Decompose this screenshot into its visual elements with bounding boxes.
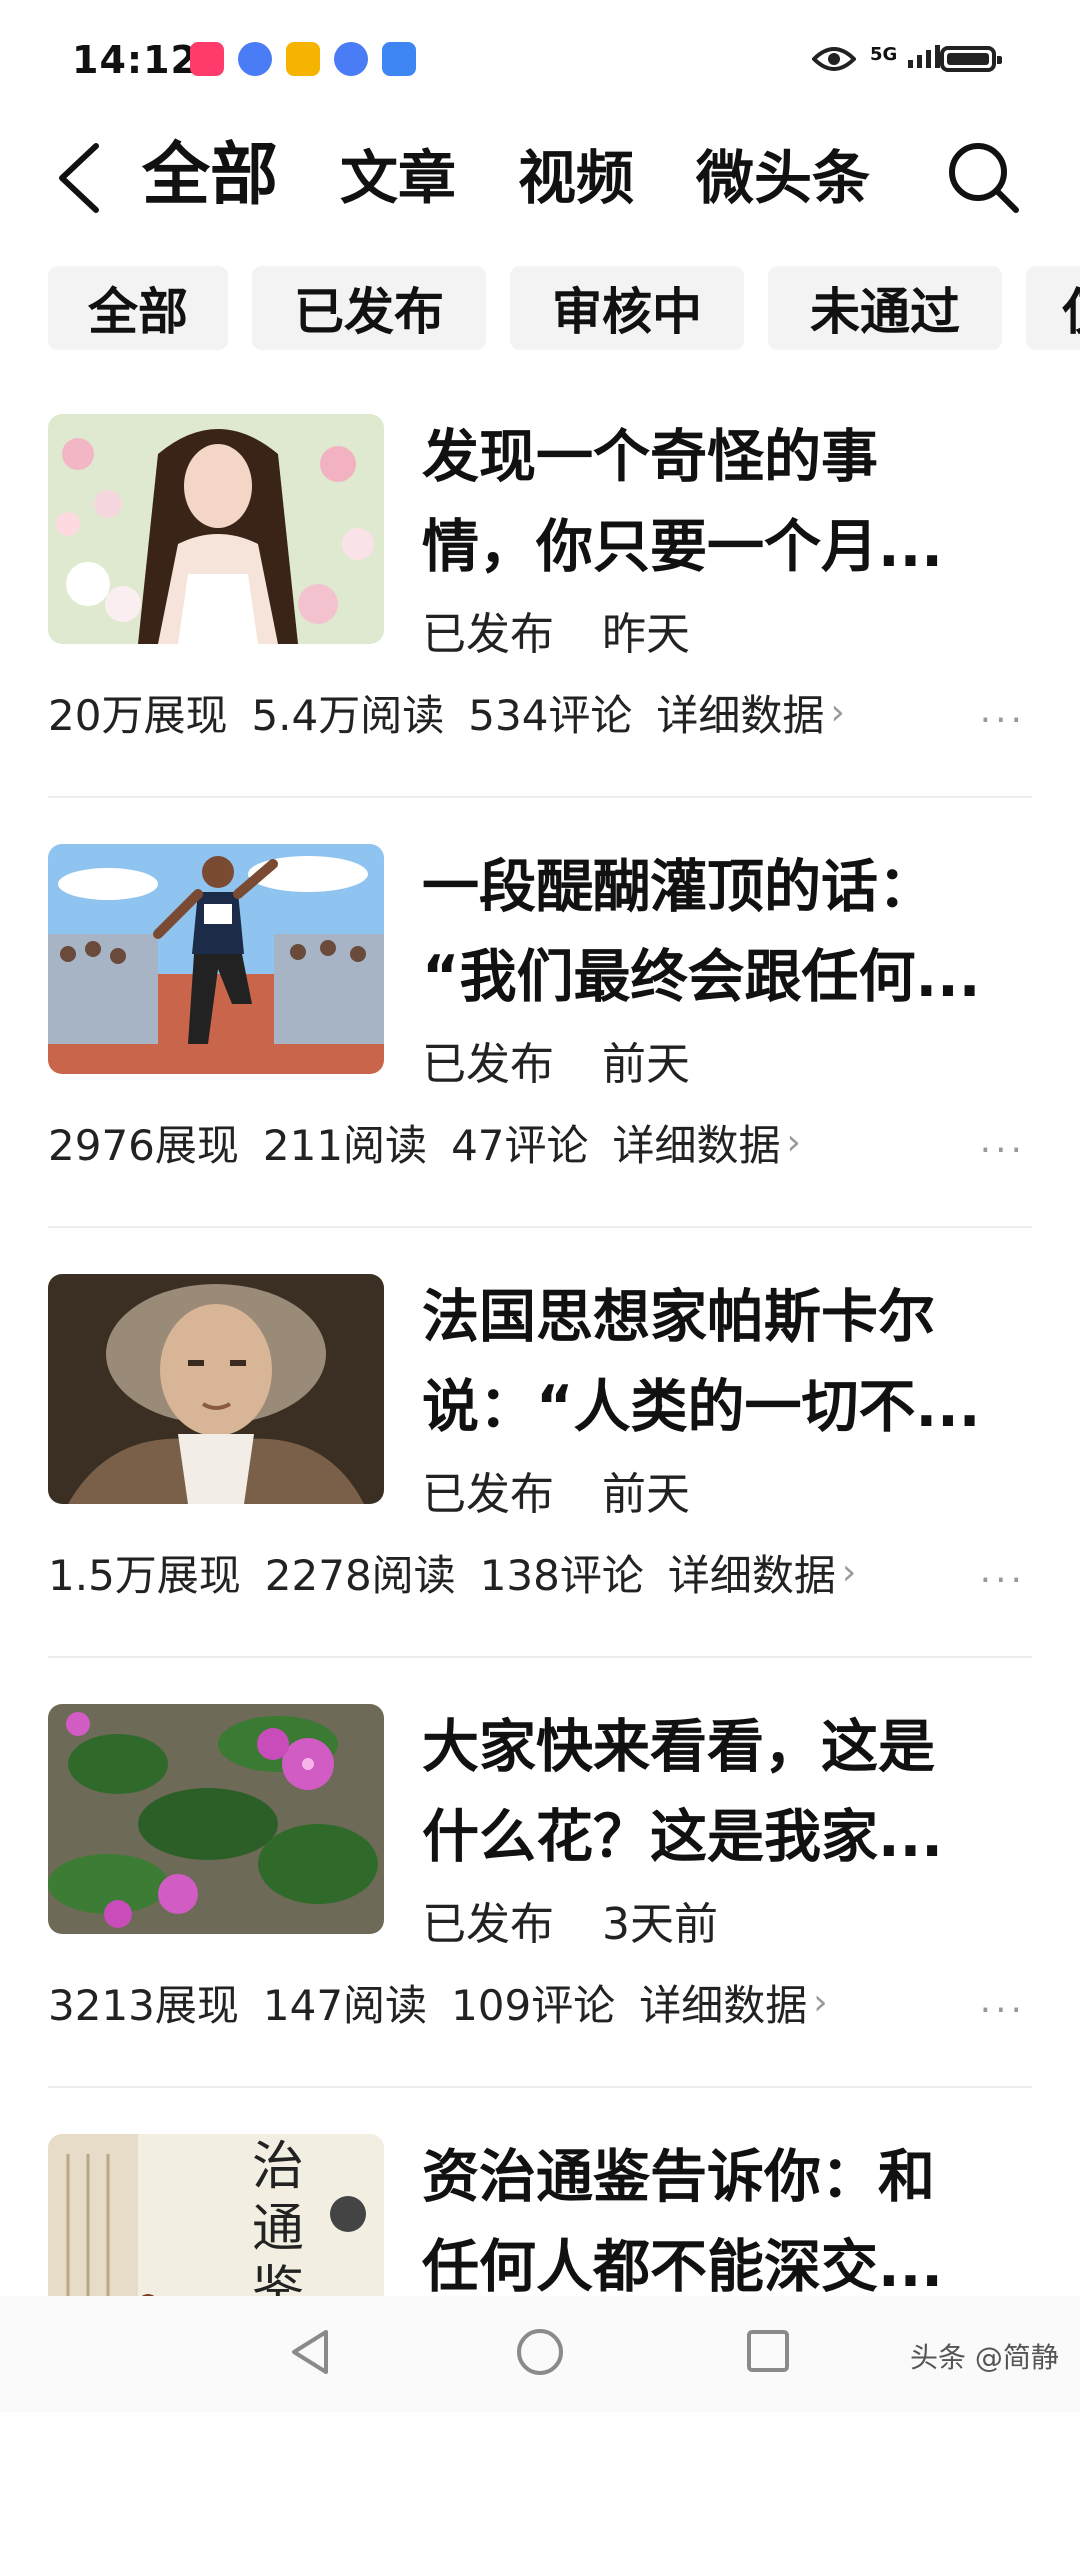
- battery-icon: [940, 46, 1002, 72]
- watermark: 头条 @简静: [910, 2341, 1059, 2374]
- title-line: 情，你只要一个月...: [422, 514, 943, 580]
- comments-count: 138评论: [479, 1551, 644, 1600]
- impressions-count: 1.5万展现: [48, 1551, 241, 1600]
- impressions-count: 2976展现: [48, 1121, 239, 1170]
- network-type: 5G: [870, 44, 898, 65]
- article-meta: 已发布 前天: [422, 1458, 724, 1522]
- circle-home-icon[interactable]: [514, 2326, 566, 2378]
- list-item[interactable]: 一段醍醐灌顶的话： “我们最终会跟任何... 已发布 前天 2976展现 211…: [48, 842, 1032, 1272]
- article-stats: 2976展现 211阅读 47评论 详细数据 ›: [48, 1112, 801, 1173]
- comments-count: 109评论: [451, 1981, 616, 2030]
- article-title[interactable]: 发现一个奇怪的事 情，你只要一个月...: [422, 412, 1032, 592]
- title-line: 什么花？这是我家...: [422, 1804, 943, 1870]
- notification-icons: [190, 42, 416, 76]
- more-dots-icon[interactable]: ···: [980, 1990, 1026, 2031]
- chevron-right-icon: ›: [786, 1122, 801, 1163]
- back-icon[interactable]: [52, 138, 108, 218]
- impressions-count: 20万展现: [48, 691, 228, 740]
- comments-count: 47评论: [451, 1121, 589, 1170]
- publish-date: 3天前: [602, 1899, 718, 1950]
- title-line: 资治通鉴告诉你：和: [422, 2144, 935, 2210]
- app-notification-icon: [334, 42, 368, 76]
- system-nav-bar: 头条 @简静: [0, 2296, 1080, 2412]
- publish-date: 昨天: [602, 609, 690, 660]
- eye-icon: [812, 47, 856, 71]
- status-bar: 14:12 5G: [0, 0, 1080, 120]
- article-title[interactable]: 大家快来看看，这是 什么花？这是我家...: [422, 1702, 1032, 1882]
- triangle-back-icon[interactable]: [286, 2326, 334, 2378]
- detail-data-link[interactable]: 详细数据: [613, 1112, 781, 1173]
- article-stats: 3213展现 147阅读 109评论 详细数据 ›: [48, 1972, 828, 2033]
- book-cover-text-2: 通: [252, 2199, 304, 2259]
- security-icon: [382, 42, 416, 76]
- impressions-count: 3213展现: [48, 1981, 239, 2030]
- reads-count: 211阅读: [262, 1121, 428, 1170]
- book-cover-text-1: 治: [252, 2137, 304, 2197]
- title-line: 法国思想家帕斯卡尔: [422, 1284, 935, 1350]
- chevron-right-icon: ›: [841, 1552, 857, 1593]
- filter-all[interactable]: 全部: [48, 266, 228, 350]
- divider: [48, 1656, 1032, 1658]
- more-dots-icon[interactable]: ···: [980, 1130, 1026, 1171]
- divider: [48, 2086, 1032, 2088]
- article-thumbnail[interactable]: [48, 844, 384, 1074]
- article-title[interactable]: 资治通鉴告诉你：和 任何人都不能深交...: [422, 2132, 1032, 2312]
- article-title[interactable]: 一段醍醐灌顶的话： “我们最终会跟任何...: [422, 842, 1032, 1022]
- detail-data-link[interactable]: 详细数据: [668, 1542, 836, 1603]
- weather-icon: [286, 42, 320, 76]
- content-type-tabs: 全部 文章 视频 微头条: [142, 136, 932, 218]
- publish-status: 已发布: [422, 1469, 554, 1520]
- detail-data-link[interactable]: 详细数据: [639, 1972, 807, 2033]
- filter-under-review[interactable]: 审核中: [510, 266, 744, 350]
- status-filter-bar: 全部已发布审核中未通过仅: [48, 266, 1080, 350]
- square-recent-icon[interactable]: [744, 2326, 792, 2378]
- chevron-right-icon: ›: [813, 1982, 828, 2023]
- reads-count: 147阅读: [262, 1981, 428, 2030]
- article-meta: 已发布 3天前: [422, 1888, 752, 1952]
- article-list: 发现一个奇怪的事 情，你只要一个月... 已发布 昨天 20万展现 5.4万阅读…: [48, 412, 1032, 2562]
- article-thumbnail[interactable]: [48, 1704, 384, 1934]
- app-notification-icon: [238, 42, 272, 76]
- tab-articles[interactable]: 文章: [340, 138, 456, 218]
- divider: [48, 796, 1032, 798]
- publish-date: 前天: [602, 1469, 690, 1520]
- detail-data-link[interactable]: 详细数据: [656, 682, 824, 743]
- article-meta: 已发布 前天: [422, 1028, 724, 1092]
- more-dots-icon[interactable]: ···: [980, 700, 1026, 741]
- comments-count: 534评论: [468, 691, 633, 740]
- status-time: 14:12: [72, 38, 198, 82]
- article-thumbnail[interactable]: [48, 414, 384, 644]
- title-line: 一段醍醐灌顶的话：: [422, 854, 935, 920]
- article-thumbnail[interactable]: [48, 1274, 384, 1504]
- app-notification-icon: [190, 42, 224, 76]
- publish-date: 前天: [602, 1039, 690, 1090]
- list-item[interactable]: 发现一个奇怪的事 情，你只要一个月... 已发布 昨天 20万展现 5.4万阅读…: [48, 412, 1032, 842]
- title-line: “我们最终会跟任何...: [422, 944, 981, 1010]
- filter-more[interactable]: 仅: [1026, 266, 1080, 350]
- title-line: 发现一个奇怪的事: [422, 424, 878, 490]
- tab-micro-posts[interactable]: 微头条: [696, 138, 870, 218]
- filter-rejected[interactable]: 未通过: [768, 266, 1002, 350]
- top-header: 全部 文章 视频 微头条: [0, 128, 1080, 228]
- article-stats: 20万展现 5.4万阅读 534评论 详细数据 ›: [48, 682, 845, 743]
- article-title[interactable]: 法国思想家帕斯卡尔 说：“人类的一切不...: [422, 1272, 1032, 1452]
- list-item[interactable]: 大家快来看看，这是 什么花？这是我家... 已发布 3天前 3213展现 147…: [48, 1702, 1032, 2132]
- publish-status: 已发布: [422, 609, 554, 660]
- reads-count: 5.4万阅读: [251, 691, 445, 740]
- chevron-right-icon: ›: [830, 692, 845, 733]
- article-meta: 已发布 昨天: [422, 598, 724, 662]
- reads-count: 2278阅读: [264, 1551, 456, 1600]
- title-line: 说：“人类的一切不...: [422, 1374, 981, 1440]
- publish-status: 已发布: [422, 1039, 554, 1090]
- title-line: 大家快来看看，这是: [422, 1714, 935, 1780]
- divider: [48, 1226, 1032, 1228]
- list-item[interactable]: 法国思想家帕斯卡尔 说：“人类的一切不... 已发布 前天 1.5万展现 227…: [48, 1272, 1032, 1702]
- search-icon[interactable]: [944, 138, 1024, 218]
- tab-all[interactable]: 全部: [142, 136, 278, 216]
- more-dots-icon[interactable]: ···: [980, 1560, 1026, 1601]
- publish-status: 已发布: [422, 1899, 554, 1950]
- article-stats: 1.5万展现 2278阅读 138评论 详细数据 ›: [48, 1542, 856, 1603]
- filter-published[interactable]: 已发布: [252, 266, 486, 350]
- tab-videos[interactable]: 视频: [518, 138, 634, 218]
